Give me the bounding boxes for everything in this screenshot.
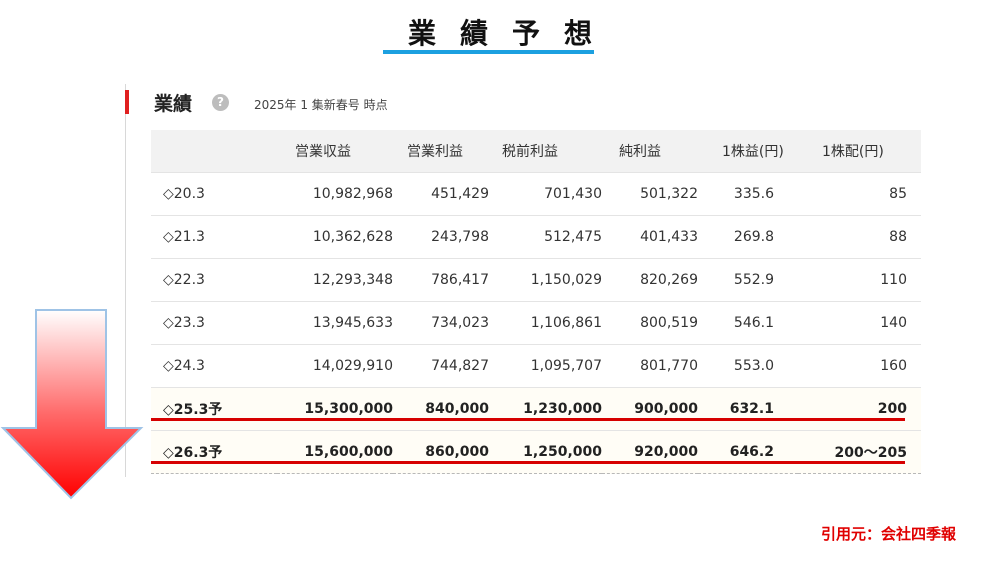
eps-cell: 646.2	[698, 430, 798, 474]
net-profit-cell: 900,000	[602, 387, 698, 431]
operating-profit-cell: 840,000	[393, 387, 489, 431]
period-cell: ◇20.3	[151, 172, 277, 216]
operating-profit-cell: 451,429	[393, 172, 489, 216]
revenue-cell: 15,600,000	[277, 430, 393, 474]
period-cell: ◇24.3	[151, 344, 277, 388]
column-header-eps: 1株益(円)	[698, 130, 798, 173]
table-row: ◇21.3 10,362,628 243,798 512,475 401,433…	[151, 215, 921, 259]
operating-profit-cell: 734,023	[393, 301, 489, 345]
section-accent-bar	[125, 90, 129, 114]
forecast-row: ◇26.3予 15,600,000 860,000 1,250,000 920,…	[151, 430, 921, 474]
column-header-dividend: 1株配(円)	[798, 130, 921, 173]
forecast-underline-2	[151, 461, 905, 464]
table-row: ◇23.3 13,945,633 734,023 1,106,861 800,5…	[151, 301, 921, 345]
pretax-profit-cell: 512,475	[489, 215, 602, 259]
eps-cell: 552.9	[698, 258, 798, 302]
period-cell: ◇22.3	[151, 258, 277, 302]
pretax-profit-cell: 1,150,029	[489, 258, 602, 302]
eps-cell: 632.1	[698, 387, 798, 431]
pretax-profit-cell: 1,095,707	[489, 344, 602, 388]
eps-cell: 546.1	[698, 301, 798, 345]
revenue-cell: 12,293,348	[277, 258, 393, 302]
period-cell: ◇23.3	[151, 301, 277, 345]
revenue-cell: 10,982,968	[277, 172, 393, 216]
net-profit-cell: 820,269	[602, 258, 698, 302]
forecast-row: ◇25.3予 15,300,000 840,000 1,230,000 900,…	[151, 387, 921, 431]
forecast-underline-1	[151, 418, 905, 421]
pretax-profit-cell: 1,230,000	[489, 387, 602, 431]
dividend-cell: 110	[798, 258, 921, 302]
net-profit-cell: 401,433	[602, 215, 698, 259]
dividend-cell: 200〜205	[798, 430, 921, 474]
section-note: 2025年 1 集新春号 時点	[254, 98, 388, 112]
help-icon[interactable]: ?	[212, 94, 229, 111]
column-header-operating-profit: 営業利益	[393, 130, 489, 173]
eps-cell: 269.8	[698, 215, 798, 259]
eps-cell: 553.0	[698, 344, 798, 388]
period-cell: ◇25.3予	[151, 387, 277, 431]
operating-profit-cell: 744,827	[393, 344, 489, 388]
table-row: ◇22.3 12,293,348 786,417 1,150,029 820,2…	[151, 258, 921, 302]
revenue-cell: 10,362,628	[277, 215, 393, 259]
table-row: ◇24.3 14,029,910 744,827 1,095,707 801,7…	[151, 344, 921, 388]
table-header-row: 営業収益 営業利益 税前利益 純利益 1株益(円) 1株配(円)	[151, 130, 921, 173]
pretax-profit-cell: 701,430	[489, 172, 602, 216]
title-underline	[383, 50, 594, 54]
net-profit-cell: 801,770	[602, 344, 698, 388]
pretax-profit-cell: 1,106,861	[489, 301, 602, 345]
column-header-period	[151, 130, 277, 173]
dividend-cell: 200	[798, 387, 921, 431]
column-header-net-profit: 純利益	[602, 130, 698, 173]
dividend-cell: 140	[798, 301, 921, 345]
down-arrow-icon	[0, 309, 144, 500]
page-title: 業績予想	[407, 17, 616, 50]
operating-profit-cell: 860,000	[393, 430, 489, 474]
dividend-cell: 88	[798, 215, 921, 259]
column-header-revenue: 営業収益	[277, 130, 393, 173]
period-cell: ◇21.3	[151, 215, 277, 259]
net-profit-cell: 501,322	[602, 172, 698, 216]
dividend-cell: 85	[798, 172, 921, 216]
operating-profit-cell: 786,417	[393, 258, 489, 302]
source-credit: 引用元：会社四季報	[820, 525, 956, 543]
revenue-cell: 15,300,000	[277, 387, 393, 431]
revenue-cell: 13,945,633	[277, 301, 393, 345]
table-row: ◇20.3 10,982,968 451,429 701,430 501,322…	[151, 172, 921, 216]
net-profit-cell: 920,000	[602, 430, 698, 474]
eps-cell: 335.6	[698, 172, 798, 216]
net-profit-cell: 800,519	[602, 301, 698, 345]
dividend-cell: 160	[798, 344, 921, 388]
operating-profit-cell: 243,798	[393, 215, 489, 259]
performance-table: 営業収益 営業利益 税前利益 純利益 1株益(円) 1株配(円) ◇20.3 1…	[151, 130, 921, 474]
section-heading: 業績	[154, 93, 193, 115]
revenue-cell: 14,029,910	[277, 344, 393, 388]
period-cell: ◇26.3予	[151, 430, 277, 474]
pretax-profit-cell: 1,250,000	[489, 430, 602, 474]
column-header-pretax-profit: 税前利益	[489, 130, 602, 173]
